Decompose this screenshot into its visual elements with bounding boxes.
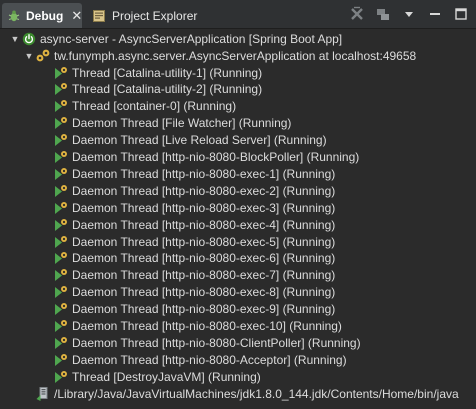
running-thread-icon <box>53 115 69 131</box>
close-icon[interactable]: ✕ <box>71 9 82 22</box>
thread-label: Daemon Thread [http-nio-8080-exec-4] (Ru… <box>72 217 336 232</box>
running-thread-icon <box>53 250 69 266</box>
running-thread-icon <box>53 217 69 233</box>
thread-label: Thread [Catalina-utility-1] (Running) <box>72 65 263 80</box>
running-thread-icon <box>53 234 69 250</box>
thread-label: Thread [Catalina-utility-2] (Running) <box>72 82 263 97</box>
view-menu-icon[interactable] <box>400 5 418 23</box>
thread-label: Thread [container-0] (Running) <box>72 99 237 114</box>
tree-row-thread[interactable]: Thread [Catalina-utility-1] (Running) <box>0 64 476 81</box>
thread-label: Daemon Thread [http-nio-8080-exec-1] (Ru… <box>72 166 336 181</box>
tree-row-thread[interactable]: Daemon Thread [http-nio-8080-exec-6] (Ru… <box>0 250 476 267</box>
process-label: /Library/Java/JavaVirtualMachines/jdk1.8… <box>54 386 459 401</box>
debug-view-window: Debug ✕ Project Explorer ▼ async-server … <box>0 0 476 409</box>
thread-label: Daemon Thread [http-nio-8080-Acceptor] (… <box>72 352 347 367</box>
spring-boot-power-icon <box>21 31 37 47</box>
vm-label: tw.funymph.async.server.AsyncServerAppli… <box>54 48 417 63</box>
debug-bug-icon <box>7 8 21 24</box>
running-thread-icon <box>53 318 69 334</box>
thread-label: Daemon Thread [http-nio-8080-exec-6] (Ru… <box>72 251 336 266</box>
thread-label: Daemon Thread [http-nio-8080-exec-7] (Ru… <box>72 268 336 283</box>
tree-row-thread[interactable]: Daemon Thread [http-nio-8080-exec-3] (Ru… <box>0 199 476 216</box>
running-thread-icon <box>53 335 69 351</box>
expanded-arrow-icon[interactable]: ▼ <box>10 30 20 47</box>
running-thread-icon <box>53 284 69 300</box>
tree-row-thread[interactable]: Thread [Catalina-utility-2] (Running) <box>0 81 476 98</box>
minimize-icon[interactable] <box>426 5 444 23</box>
tree-row-thread[interactable]: Daemon Thread [http-nio-8080-exec-7] (Ru… <box>0 267 476 284</box>
thread-label: Daemon Thread [http-nio-8080-exec-10] (R… <box>72 319 342 333</box>
thread-label: Daemon Thread [http-nio-8080-exec-9] (Ru… <box>72 302 336 317</box>
tree-row-process[interactable]: /Library/Java/JavaVirtualMachines/jdk1.8… <box>0 385 476 402</box>
launch-label: async-server - AsyncServerApplication [S… <box>40 31 343 46</box>
running-thread-icon <box>53 267 69 283</box>
tree-row-thread[interactable]: Daemon Thread [http-nio-8080-exec-4] (Ru… <box>0 216 476 233</box>
tree-row-thread[interactable]: Daemon Thread [Live Reload Server] (Runn… <box>0 132 476 149</box>
thread-label: Daemon Thread [http-nio-8080-exec-2] (Ru… <box>72 183 336 198</box>
remove-all-terminated-icon[interactable] <box>348 5 366 23</box>
tree-row-thread[interactable]: Daemon Thread [http-nio-8080-exec-9] (Ru… <box>0 301 476 318</box>
tree-row-thread[interactable]: Daemon Thread [http-nio-8080-exec-8] (Ru… <box>0 284 476 301</box>
tree-row-thread[interactable]: Daemon Thread [http-nio-8080-ClientPolle… <box>0 334 476 351</box>
tree-row-thread[interactable]: Daemon Thread [http-nio-8080-BlockPoller… <box>0 149 476 166</box>
tree-row-thread[interactable]: Daemon Thread [http-nio-8080-exec-1] (Ru… <box>0 165 476 182</box>
thread-label: Daemon Thread [http-nio-8080-exec-3] (Ru… <box>72 200 336 215</box>
thread-label: Daemon Thread [http-nio-8080-exec-8] (Ru… <box>72 285 336 300</box>
thread-label: Daemon Thread [http-nio-8080-exec-5] (Ru… <box>72 234 336 249</box>
running-thread-icon <box>53 65 69 81</box>
tree-row-thread[interactable]: Daemon Thread [http-nio-8080-exec-2] (Ru… <box>0 182 476 199</box>
thread-label: Daemon Thread [File Watcher] (Running) <box>72 116 292 131</box>
thread-label: Daemon Thread [http-nio-8080-BlockPoller… <box>72 150 360 164</box>
thread-label: Daemon Thread [http-nio-8080-ClientPolle… <box>72 335 361 350</box>
running-thread-icon <box>53 98 69 114</box>
debug-target-icon <box>35 48 51 64</box>
tab-project-explorer[interactable]: Project Explorer <box>86 3 198 28</box>
running-thread-icon <box>53 81 69 97</box>
tree-row-thread[interactable]: Thread [DestroyJavaVM] (Running) <box>0 368 476 385</box>
running-thread-icon <box>53 200 69 216</box>
java-process-icon <box>35 386 51 402</box>
running-thread-icon <box>53 301 69 317</box>
running-thread-icon <box>53 132 69 148</box>
tab-project-explorer-label: Project Explorer <box>112 8 198 23</box>
view-toolbar <box>340 4 470 24</box>
thread-label: Thread [DestroyJavaVM] (Running) <box>72 369 261 384</box>
maximize-icon[interactable] <box>452 5 470 23</box>
running-thread-icon <box>53 149 69 165</box>
running-thread-icon <box>53 352 69 368</box>
tree-row-thread[interactable]: Daemon Thread [http-nio-8080-Acceptor] (… <box>0 351 476 368</box>
collapse-threads-icon[interactable] <box>374 5 392 23</box>
tab-debug[interactable]: Debug ✕ <box>2 3 82 28</box>
tree-row-thread[interactable]: Daemon Thread [http-nio-8080-exec-10] (R… <box>0 318 476 335</box>
tree-row-thread[interactable]: Daemon Thread [File Watcher] (Running) <box>0 115 476 132</box>
expanded-arrow-icon[interactable]: ▼ <box>24 47 34 64</box>
running-thread-icon <box>53 369 69 385</box>
running-thread-icon <box>53 183 69 199</box>
thread-label: Daemon Thread [Live Reload Server] (Runn… <box>72 133 327 148</box>
view-tab-bar: Debug ✕ Project Explorer <box>0 0 476 29</box>
tree-row-launch[interactable]: ▼ async-server - AsyncServerApplication … <box>0 30 476 47</box>
tree-row-thread[interactable]: Thread [container-0] (Running) <box>0 98 476 115</box>
tab-debug-label: Debug <box>26 8 64 23</box>
tree-row-vm[interactable]: ▼ tw.funymph.async.server.AsyncServerApp… <box>0 47 476 64</box>
running-thread-icon <box>53 166 69 182</box>
project-explorer-icon <box>91 8 107 24</box>
tree-row-thread[interactable]: Daemon Thread [http-nio-8080-exec-5] (Ru… <box>0 233 476 250</box>
debug-tree: ▼ async-server - AsyncServerApplication … <box>0 29 476 409</box>
